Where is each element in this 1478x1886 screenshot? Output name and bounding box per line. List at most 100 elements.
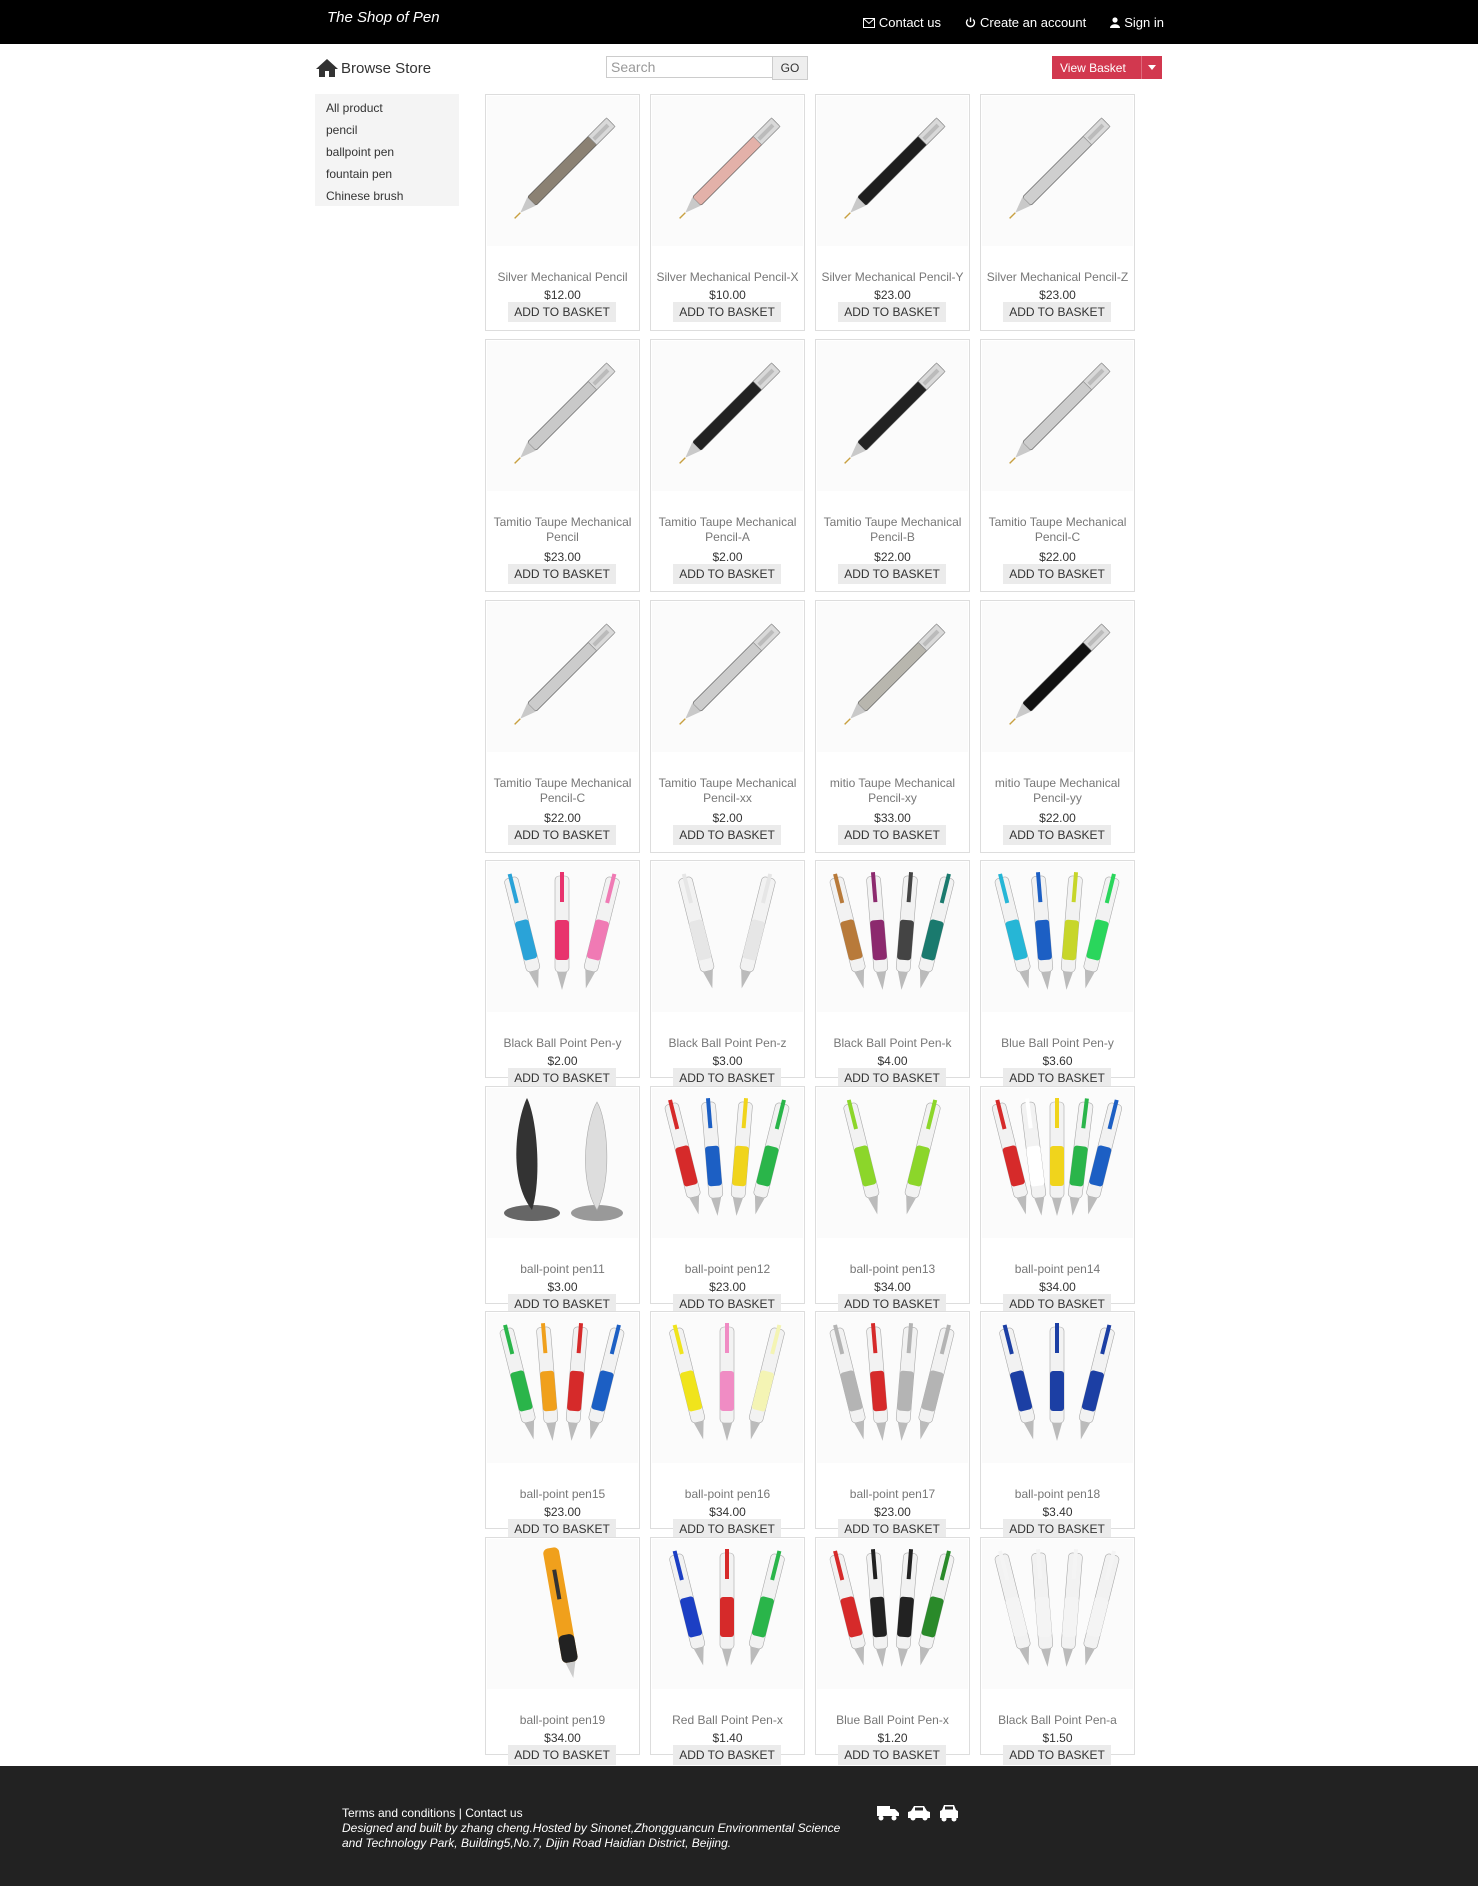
product-name[interactable]: mitio Taupe Mechanical Pencil-xy — [818, 776, 967, 806]
add-to-basket-button[interactable]: ADD TO BASKET — [673, 1519, 781, 1539]
product-image[interactable] — [487, 602, 638, 752]
add-to-basket-button[interactable]: ADD TO BASKET — [1003, 825, 1111, 845]
product-image[interactable] — [487, 96, 638, 246]
add-to-basket-button[interactable]: ADD TO BASKET — [838, 302, 946, 322]
product-price: $2.00 — [547, 1054, 578, 1068]
product-image[interactable] — [982, 862, 1133, 1012]
product-name[interactable]: Silver Mechanical Pencil-X — [653, 270, 802, 285]
sidebar-item-fountain-pen[interactable]: fountain pen — [315, 164, 459, 186]
add-to-basket-button[interactable]: ADD TO BASKET — [673, 825, 781, 845]
product-name[interactable]: Silver Mechanical Pencil-Y — [818, 270, 967, 285]
product-image[interactable] — [982, 1088, 1133, 1238]
add-to-basket-button[interactable]: ADD TO BASKET — [1003, 302, 1111, 322]
add-to-basket-button[interactable]: ADD TO BASKET — [838, 1519, 946, 1539]
sidebar-item-ballpoint-pen[interactable]: ballpoint pen — [315, 142, 459, 164]
product-image[interactable] — [652, 341, 803, 491]
add-to-basket-button[interactable]: ADD TO BASKET — [508, 825, 616, 845]
add-to-basket-button[interactable]: ADD TO BASKET — [838, 825, 946, 845]
add-to-basket-button[interactable]: ADD TO BASKET — [838, 1068, 946, 1088]
product-image[interactable] — [817, 341, 968, 491]
product-image[interactable] — [982, 341, 1133, 491]
product-image[interactable] — [652, 602, 803, 752]
product-name[interactable]: Tamitio Taupe Mechanical Pencil-C — [983, 515, 1132, 545]
product-image[interactable] — [652, 1088, 803, 1238]
terms-link[interactable]: Terms and conditions — [342, 1806, 455, 1820]
contact-us-link[interactable]: Contact us — [862, 15, 941, 30]
product-image[interactable] — [487, 1539, 638, 1689]
add-to-basket-button[interactable]: ADD TO BASKET — [508, 1068, 616, 1088]
sidebar-item-pencil[interactable]: pencil — [315, 120, 459, 142]
browse-store-link[interactable]: Browse Store — [315, 58, 431, 78]
add-to-basket-button[interactable]: ADD TO BASKET — [673, 302, 781, 322]
product-image[interactable] — [982, 1313, 1133, 1463]
product-name[interactable]: Blue Ball Point Pen-y — [983, 1036, 1132, 1051]
sidebar-item-all-product[interactable]: All product — [315, 98, 459, 120]
product-image[interactable] — [817, 1539, 968, 1689]
product-name[interactable]: Silver Mechanical Pencil — [488, 270, 637, 285]
product-name[interactable]: ball-point pen17 — [818, 1487, 967, 1502]
product-image[interactable] — [817, 862, 968, 1012]
add-to-basket-button[interactable]: ADD TO BASKET — [508, 1745, 616, 1765]
product-card: Tamitio Taupe Mechanical Pencil-C $22.00 A… — [980, 339, 1135, 592]
product-name[interactable]: Tamitio Taupe Mechanical Pencil-C — [488, 776, 637, 806]
add-to-basket-button[interactable]: ADD TO BASKET — [673, 1745, 781, 1765]
product-image[interactable] — [982, 96, 1133, 246]
footer-contact-link[interactable]: Contact us — [465, 1806, 522, 1820]
product-image[interactable] — [652, 1539, 803, 1689]
product-name[interactable]: Tamitio Taupe Mechanical Pencil — [488, 515, 637, 545]
product-image[interactable] — [982, 602, 1133, 752]
search-go-button[interactable]: GO — [772, 56, 808, 80]
caret-down-icon[interactable] — [1141, 56, 1162, 79]
product-image[interactable] — [817, 96, 968, 246]
add-to-basket-button[interactable]: ADD TO BASKET — [508, 1519, 616, 1539]
product-name[interactable]: ball-point pen19 — [488, 1713, 637, 1728]
product-name[interactable]: mitio Taupe Mechanical Pencil-yy — [983, 776, 1132, 806]
product-name[interactable]: Tamitio Taupe Mechanical Pencil-xx — [653, 776, 802, 806]
product-image[interactable] — [817, 1088, 968, 1238]
product-image[interactable] — [817, 1313, 968, 1463]
create-account-link[interactable]: Create an account — [965, 15, 1086, 30]
sign-in-link[interactable]: Sign in — [1110, 15, 1164, 30]
product-image[interactable] — [487, 1313, 638, 1463]
product-name[interactable]: ball-point pen11 — [488, 1262, 637, 1277]
add-to-basket-button[interactable]: ADD TO BASKET — [1003, 564, 1111, 584]
product-name[interactable]: ball-point pen13 — [818, 1262, 967, 1277]
product-image[interactable] — [652, 1313, 803, 1463]
add-to-basket-button[interactable]: ADD TO BASKET — [838, 1745, 946, 1765]
product-image[interactable] — [982, 1539, 1133, 1689]
product-name[interactable]: Tamitio Taupe Mechanical Pencil-B — [818, 515, 967, 545]
product-name[interactable]: ball-point pen16 — [653, 1487, 802, 1502]
product-image[interactable] — [487, 862, 638, 1012]
product-name[interactable]: Red Ball Point Pen-x — [653, 1713, 802, 1728]
product-image[interactable] — [652, 862, 803, 1012]
add-to-basket-button[interactable]: ADD TO BASKET — [1003, 1519, 1111, 1539]
product-price: $1.50 — [1042, 1731, 1073, 1745]
product-name[interactable]: Black Ball Point Pen-z — [653, 1036, 802, 1051]
add-to-basket-button[interactable]: ADD TO BASKET — [508, 564, 616, 584]
product-name[interactable]: Blue Ball Point Pen-x — [818, 1713, 967, 1728]
product-name[interactable]: ball-point pen14 — [983, 1262, 1132, 1277]
product-image[interactable] — [487, 1088, 638, 1238]
product-name[interactable]: Black Ball Point Pen-a — [983, 1713, 1132, 1728]
product-image[interactable] — [652, 96, 803, 246]
site-brand[interactable]: The Shop of Pen — [327, 9, 440, 26]
product-name[interactable]: ball-point pen15 — [488, 1487, 637, 1502]
product-name[interactable]: ball-point pen12 — [653, 1262, 802, 1277]
product-image[interactable] — [817, 602, 968, 752]
add-to-basket-button[interactable]: ADD TO BASKET — [508, 302, 616, 322]
sidebar-item-chinese-brush[interactable]: Chinese brush — [315, 186, 459, 208]
add-to-basket-button[interactable]: ADD TO BASKET — [673, 1068, 781, 1088]
product-name[interactable]: ball-point pen18 — [983, 1487, 1132, 1502]
product-name[interactable]: Black Ball Point Pen-y — [488, 1036, 637, 1051]
add-to-basket-button[interactable]: ADD TO BASKET — [1003, 1745, 1111, 1765]
search-input[interactable] — [606, 56, 774, 78]
product-name[interactable]: Tamitio Taupe Mechanical Pencil-A — [653, 515, 802, 545]
product-name[interactable]: Black Ball Point Pen-k — [818, 1036, 967, 1051]
view-basket-button[interactable]: View Basket — [1052, 56, 1162, 79]
add-to-basket-button[interactable]: ADD TO BASKET — [838, 564, 946, 584]
add-to-basket-button[interactable]: ADD TO BASKET — [673, 564, 781, 584]
product-name[interactable]: Silver Mechanical Pencil-Z — [983, 270, 1132, 285]
product-image[interactable] — [487, 341, 638, 491]
add-to-basket-button[interactable]: ADD TO BASKET — [1003, 1068, 1111, 1088]
car-icon — [908, 1806, 930, 1821]
